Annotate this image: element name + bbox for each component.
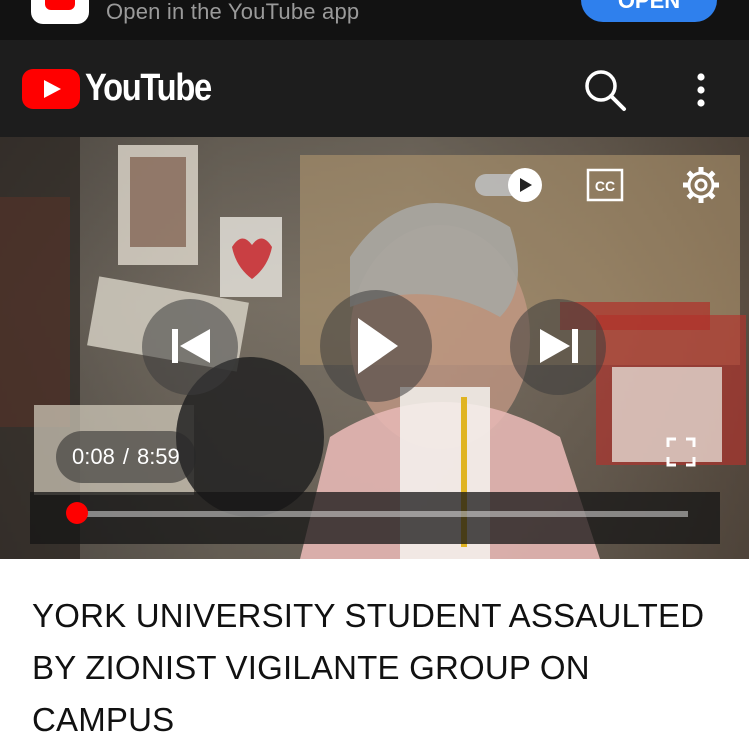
youtube-logo[interactable]: YouTube: [22, 66, 222, 116]
more-icon: [697, 73, 705, 107]
captions-icon: CC: [586, 168, 624, 202]
time-separator: /: [122, 444, 129, 469]
app-banner: Open in the YouTube app OPEN: [0, 0, 749, 40]
open-in-app-button[interactable]: OPEN: [581, 0, 717, 22]
captions-button[interactable]: CC: [586, 166, 624, 204]
fullscreen-icon: [666, 437, 696, 467]
search-icon: [585, 70, 626, 111]
settings-button[interactable]: [680, 164, 722, 206]
previous-icon: [172, 329, 210, 363]
previous-button[interactable]: [142, 299, 238, 395]
video-player[interactable]: CC 0:08 / 8:59: [0, 137, 749, 559]
video-info: YORK UNIVERSITY STUDENT ASSAULTED BY ZIO…: [32, 590, 722, 746]
duration: 8:59: [136, 444, 180, 469]
video-title[interactable]: YORK UNIVERSITY STUDENT ASSAULTED BY ZIO…: [32, 590, 722, 746]
next-button[interactable]: [510, 299, 606, 395]
next-icon: [540, 329, 578, 363]
time-display: 0:08 / 8:59: [56, 431, 196, 483]
gear-icon: [683, 167, 719, 203]
youtube-logo-icon: [22, 69, 80, 109]
play-icon: [358, 318, 398, 374]
fullscreen-button[interactable]: [664, 435, 698, 469]
svg-text:CC: CC: [595, 178, 615, 194]
play-button[interactable]: [320, 290, 432, 402]
logo-text: YouTube: [85, 67, 212, 109]
search-button[interactable]: [582, 67, 628, 113]
autoplay-toggle-icon: [475, 168, 542, 202]
banner-text: Open in the YouTube app: [106, 0, 360, 24]
current-time: 0:08: [72, 444, 115, 469]
youtube-app-icon: [31, 0, 89, 24]
autoplay-toggle[interactable]: [475, 168, 543, 202]
progress-bar[interactable]: [68, 511, 688, 517]
more-button[interactable]: [688, 70, 714, 110]
